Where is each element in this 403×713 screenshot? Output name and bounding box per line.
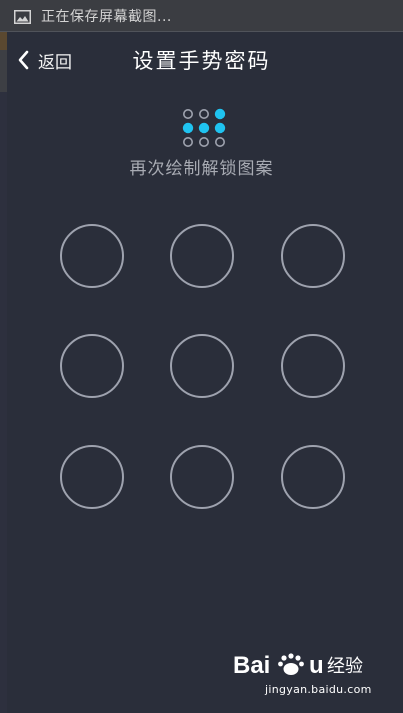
preview-dot: [214, 136, 225, 147]
svg-text:Bai: Bai: [233, 652, 270, 679]
preview-dot: [214, 122, 226, 134]
preview-dot: [183, 136, 193, 147]
pattern-node[interactable]: [281, 445, 345, 509]
image-icon: [14, 9, 31, 24]
preview-dot: [182, 122, 194, 134]
preview-dot: [198, 109, 209, 119]
pattern-node[interactable]: [60, 445, 124, 509]
pattern-node[interactable]: [170, 445, 234, 509]
preview-dot: [198, 122, 210, 134]
status-bar: 正在保存屏幕截图...: [0, 0, 403, 32]
pattern-node[interactable]: [60, 334, 124, 398]
pattern-node[interactable]: [60, 224, 124, 288]
page-title: 设置手势密码: [132, 49, 271, 73]
status-text: 正在保存屏幕截图...: [41, 8, 172, 25]
pattern-node[interactable]: [281, 224, 345, 288]
baidu-watermark: Bai u 经验 jingyan.baidu.com: [231, 649, 381, 699]
hint-text: 再次绘制解锁图案: [129, 159, 274, 179]
pattern-node[interactable]: [170, 334, 234, 398]
preview-dot: [198, 136, 209, 147]
baidu-jingyan-logo: Bai u 经验: [233, 652, 363, 679]
pattern-preview: [182, 108, 226, 148]
pattern-node[interactable]: [281, 334, 345, 398]
phone-screen: 正在保存屏幕截图... 返回 设置手势密码 再次绘制解锁图案 Bai u 经验 …: [0, 0, 403, 713]
watermark-url: jingyan.baidu.com: [265, 683, 372, 696]
background-artifact: [0, 32, 7, 713]
preview-dot: [183, 109, 193, 119]
svg-text:经验: 经验: [327, 656, 363, 677]
svg-text:u: u: [309, 652, 324, 679]
preview-dot: [214, 108, 226, 120]
pattern-node[interactable]: [170, 224, 234, 288]
header: 返回 设置手势密码: [0, 33, 403, 87]
